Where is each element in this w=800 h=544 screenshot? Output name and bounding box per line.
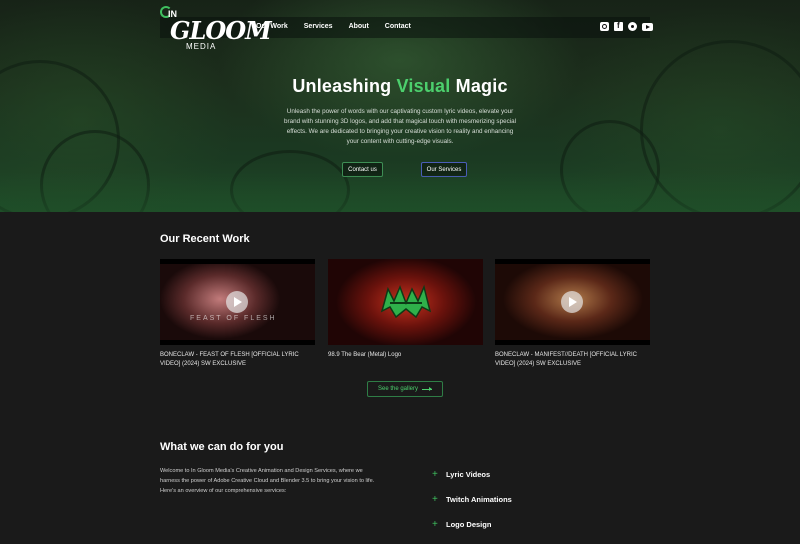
see-gallery-label: See the gallery: [377, 386, 419, 392]
nav-services[interactable]: Services: [304, 23, 333, 30]
hero-tendril-decoration: [560, 120, 660, 212]
hero-tendril-decoration: [230, 150, 350, 212]
work-card[interactable]: BONECLAW - MANIFEST//DEATH [OFFICIAL LYR…: [495, 259, 650, 369]
hero-title-accent: Visual: [396, 76, 451, 96]
our-services-button[interactable]: Our Services: [421, 162, 467, 177]
service-item-twitch-animations[interactable]: + Twitch Animations: [432, 494, 512, 505]
work-card-caption[interactable]: BONECLAW - FEAST OF FLESH [OFFICIAL LYRI…: [160, 351, 315, 369]
instagram-icon[interactable]: [600, 22, 609, 31]
play-icon[interactable]: [226, 291, 248, 313]
see-gallery-button[interactable]: See the gallery: [367, 381, 443, 397]
work-card-caption[interactable]: 98.9 The Bear (Metal) Logo: [328, 351, 483, 360]
nav-about[interactable]: About: [349, 23, 369, 30]
service-item-label: Logo Design: [446, 520, 492, 529]
video-thumbnail[interactable]: [328, 259, 483, 345]
plus-icon: +: [432, 494, 438, 505]
service-item-label: Lyric Videos: [446, 470, 491, 479]
work-card[interactable]: 98.9 The Bear (Metal) Logo: [328, 259, 483, 360]
hero-section: IN GLOOM MEDIA Our Work Services About C…: [0, 0, 800, 212]
video-thumbnail[interactable]: FEAST OF FLESH: [160, 259, 315, 345]
hero-title: Unleashing Visual Magic: [0, 76, 800, 97]
video-thumbnail[interactable]: [495, 259, 650, 345]
hero-title-post: Magic: [450, 76, 508, 96]
bear-logo-icon: [380, 284, 432, 319]
work-card[interactable]: FEAST OF FLESH BONECLAW - FEAST OF FLESH…: [160, 259, 315, 369]
logo-media-text: MEDIA: [186, 42, 217, 51]
nav-our-work[interactable]: Our Work: [256, 23, 288, 30]
plus-icon: +: [432, 469, 438, 480]
contact-us-button[interactable]: Contact us: [342, 162, 383, 177]
service-item-logo-design[interactable]: + Logo Design: [432, 519, 491, 530]
plus-icon: +: [432, 519, 438, 530]
arrow-right-icon: [422, 386, 433, 391]
main-nav: Our Work Services About Contact: [256, 23, 427, 30]
service-item-lyric-videos[interactable]: + Lyric Videos: [432, 469, 490, 480]
social-links: [600, 21, 653, 31]
youtube-icon[interactable]: [642, 23, 653, 31]
site-logo[interactable]: IN GLOOM MEDIA: [158, 4, 272, 52]
logo-gloom-text: GLOOM: [170, 16, 272, 45]
recent-work-title: Our Recent Work: [160, 233, 250, 245]
github-icon[interactable]: [628, 22, 637, 31]
hero-tendril-decoration: [640, 40, 800, 212]
hero-description: Unleash the power of words with our capt…: [283, 108, 517, 145]
nav-contact[interactable]: Contact: [385, 23, 411, 30]
thumbnail-overlay-text: FEAST OF FLESH: [190, 315, 277, 322]
services-intro: Welcome to In Gloom Media's Creative Ani…: [160, 468, 375, 494]
service-item-label: Twitch Animations: [446, 495, 512, 504]
work-card-caption[interactable]: BONECLAW - MANIFEST//DEATH [OFFICIAL LYR…: [495, 351, 650, 369]
services-title: What we can do for you: [160, 441, 284, 453]
facebook-icon[interactable]: [614, 21, 623, 31]
play-icon[interactable]: [561, 291, 583, 313]
hero-title-pre: Unleashing: [292, 76, 397, 96]
